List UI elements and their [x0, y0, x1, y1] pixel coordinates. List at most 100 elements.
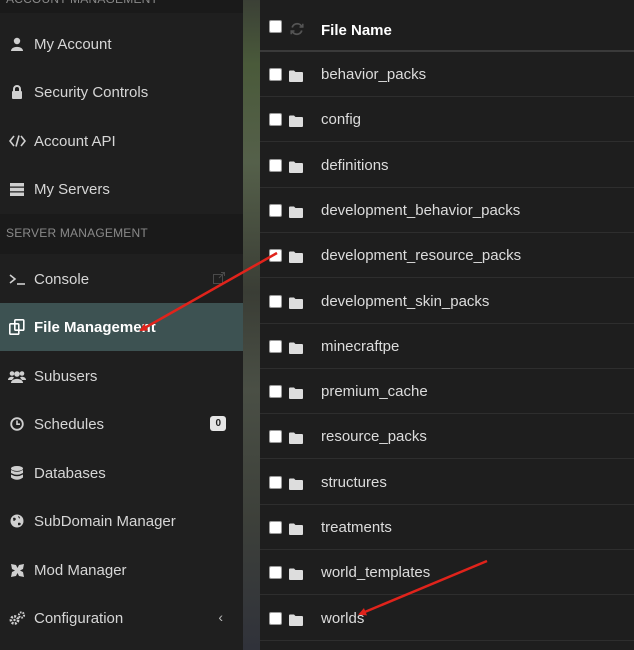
row-checkbox[interactable]: [269, 566, 282, 580]
folder-icon: [289, 296, 303, 314]
nav-mod-manager-label: Mod Manager: [34, 561, 127, 579]
nav-schedules[interactable]: Schedules 0: [0, 400, 243, 448]
row-checkbox[interactable]: [269, 475, 282, 489]
row-checkbox[interactable]: [269, 158, 282, 172]
file-name-link[interactable]: definitions: [321, 157, 389, 174]
chevron-left-icon[interactable]: ‹: [218, 609, 223, 625]
nav-databases[interactable]: Databases: [0, 449, 243, 497]
account-management-header: ACCOUNT MANAGEMENT: [0, 0, 243, 13]
file-row[interactable]: structures: [260, 460, 634, 505]
file-name-link[interactable]: treatments: [321, 519, 392, 536]
folder-icon: [289, 477, 303, 495]
folder-icon: [289, 613, 303, 631]
nav-my-servers-label: My Servers: [34, 180, 110, 198]
terminal-icon: [8, 270, 26, 288]
folder-icon: [289, 431, 303, 449]
nav-configuration[interactable]: Configuration ‹: [0, 594, 243, 642]
file-name-link[interactable]: premium_cache: [321, 383, 428, 400]
folder-icon: [289, 522, 303, 540]
file-name-link[interactable]: config: [321, 111, 361, 128]
file-row[interactable]: definitions: [260, 143, 634, 188]
background-image-strip: [243, 0, 260, 650]
file-name-link[interactable]: resource_packs: [321, 428, 427, 445]
users-icon: [8, 367, 26, 385]
file-row[interactable]: behavior_packs: [260, 52, 634, 97]
folder-icon: [289, 341, 303, 359]
file-row[interactable]: development_behavior_packs: [260, 188, 634, 233]
nav-subusers[interactable]: Subusers: [0, 352, 243, 400]
nav-file-management[interactable]: File Management: [0, 303, 243, 351]
file-name-link[interactable]: development_resource_packs: [321, 247, 521, 264]
file-row[interactable]: minecraftpe: [260, 324, 634, 369]
gears-icon: [8, 609, 26, 627]
external-link-icon[interactable]: [213, 271, 225, 288]
nav-my-servers[interactable]: My Servers: [0, 165, 243, 213]
file-row[interactable]: world_templates: [260, 550, 634, 596]
server-management-header: SERVER MANAGEMENT: [0, 214, 243, 254]
nav-console-label: Console: [34, 270, 90, 288]
row-checkbox[interactable]: [269, 430, 282, 444]
nav-security-controls[interactable]: Security Controls: [0, 68, 243, 116]
file-name-link[interactable]: development_behavior_packs: [321, 202, 520, 219]
row-checkbox[interactable]: [269, 521, 282, 534]
nav-security-controls-label: Security Controls: [34, 83, 149, 101]
row-checkbox[interactable]: [269, 385, 282, 399]
file-name-link[interactable]: structures: [321, 474, 387, 491]
schedules-count-badge: 0: [210, 416, 226, 431]
file-name-link[interactable]: development_skin_packs: [321, 293, 489, 310]
user-icon: [8, 35, 26, 53]
file-name-link[interactable]: minecraftpe: [321, 338, 399, 355]
file-row[interactable]: development_resource_packs: [260, 233, 634, 279]
server-icon: [8, 180, 26, 198]
database-icon: [8, 464, 26, 482]
puzzle-icon: [8, 561, 26, 579]
nav-my-account-label: My Account: [34, 35, 112, 53]
column-header-file-name[interactable]: File Name: [321, 22, 392, 39]
folder-icon: [289, 114, 303, 132]
globe-icon: [8, 512, 26, 530]
folder-icon: [289, 69, 303, 87]
nav-file-management-label: File Management: [34, 318, 156, 336]
file-name-link[interactable]: behavior_packs: [321, 66, 426, 83]
nav-databases-label: Databases: [34, 464, 106, 482]
nav-schedules-label: Schedules: [34, 415, 105, 433]
file-row[interactable]: config: [260, 97, 634, 143]
select-all-checkbox[interactable]: [269, 20, 282, 33]
file-row[interactable]: resource_packs: [260, 414, 634, 460]
file-name-link[interactable]: worlds: [321, 610, 364, 627]
nav-my-account[interactable]: My Account: [0, 20, 243, 68]
folder-icon: [289, 386, 303, 404]
nav-console[interactable]: Console: [0, 255, 243, 303]
nav-account-api-label: Account API: [34, 132, 116, 150]
nav-subusers-label: Subusers: [34, 367, 98, 385]
file-row[interactable]: treatments: [260, 505, 634, 550]
sidebar: ACCOUNT MANAGEMENT My Account Security C…: [0, 0, 243, 650]
file-row[interactable]: development_skin_packs: [260, 279, 634, 324]
row-checkbox[interactable]: [269, 294, 282, 308]
row-checkbox[interactable]: [269, 249, 282, 263]
folder-icon: [289, 205, 303, 223]
row-checkbox[interactable]: [269, 113, 282, 127]
nav-mod-manager[interactable]: Mod Manager: [0, 546, 243, 594]
folder-icon: [289, 250, 303, 268]
nav-configuration-label: Configuration: [34, 609, 124, 627]
folder-icon: [289, 160, 303, 178]
nav-subdomain-manager[interactable]: SubDomain Manager: [0, 497, 243, 545]
file-row[interactable]: worlds: [260, 596, 634, 641]
nav-account-api[interactable]: Account API: [0, 117, 243, 165]
row-checkbox[interactable]: [269, 203, 282, 217]
file-name-link[interactable]: world_templates: [321, 564, 430, 581]
files-icon: [8, 318, 26, 336]
file-manager-panel: File Name behavior_packsconfig definition…: [260, 0, 634, 650]
file-row[interactable]: premium_cache: [260, 369, 634, 415]
row-checkbox[interactable]: [269, 611, 282, 625]
code-icon: [8, 132, 26, 150]
lock-icon: [8, 83, 26, 101]
refresh-icon[interactable]: [290, 22, 304, 39]
row-checkbox[interactable]: [269, 339, 282, 353]
nav-subdomain-manager-label: SubDomain Manager: [34, 512, 176, 530]
clock-icon: [8, 415, 26, 433]
row-checkbox[interactable]: [269, 68, 282, 81]
file-table-header: File Name: [260, 0, 634, 52]
folder-icon: [289, 567, 303, 585]
